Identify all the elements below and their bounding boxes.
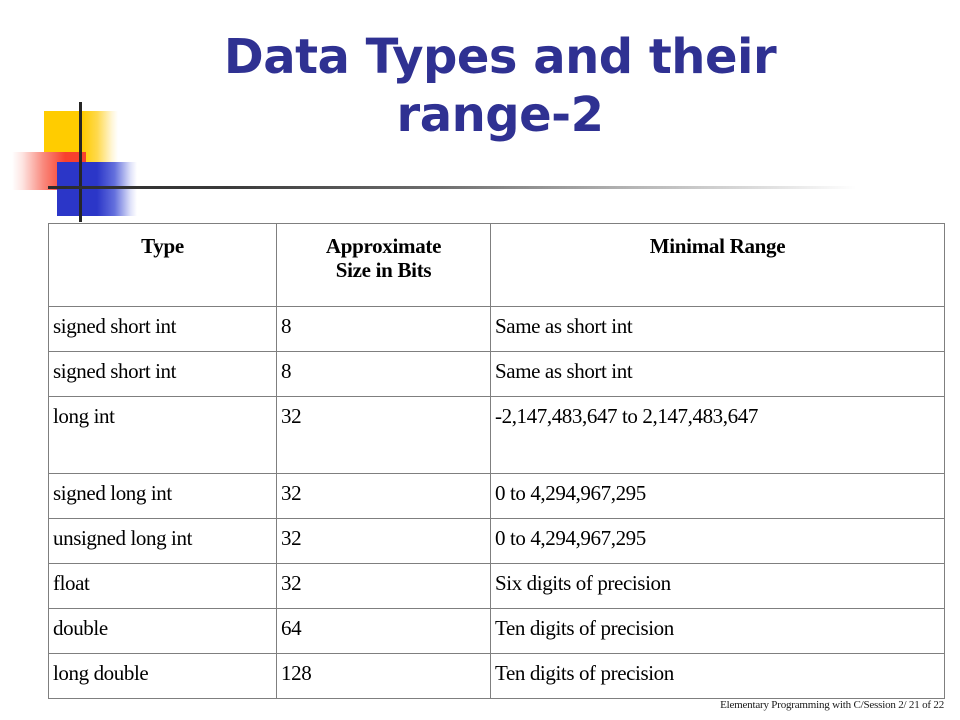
column-header-minimal-range: Minimal Range: [490, 223, 945, 307]
cell-range: Ten digits of precision: [490, 653, 945, 699]
cell-size: 8: [276, 306, 491, 352]
table-row: signed short int 8 Same as short int: [48, 351, 945, 397]
cell-range: Ten digits of precision: [490, 608, 945, 654]
cell-range: Same as short int: [490, 351, 945, 397]
column-header-size-line1: Approximate: [325, 234, 442, 258]
cell-type: long double: [48, 653, 277, 699]
cell-type: long int: [48, 396, 277, 474]
data-types-table: Type Approximate Size in Bits Minimal Ra…: [48, 223, 945, 699]
table-row: unsigned long int 32 0 to 4,294,967,295: [48, 518, 945, 564]
cell-range: 0 to 4,294,967,295: [490, 518, 945, 564]
table-row: double 64 Ten digits of precision: [48, 608, 945, 654]
vertical-rule-decoration: [79, 102, 82, 222]
cell-size: 32: [276, 563, 491, 609]
cell-type: float: [48, 563, 277, 609]
cell-range: 0 to 4,294,967,295: [490, 473, 945, 519]
table-row: float 32 Six digits of precision: [48, 563, 945, 609]
cell-type: signed short int: [48, 306, 277, 352]
table-row: signed long int 32 0 to 4,294,967,295: [48, 473, 945, 519]
column-header-type-label: Type: [141, 234, 184, 258]
cell-size: 32: [276, 518, 491, 564]
column-header-type: Type: [48, 223, 277, 307]
column-header-approximate-size: Approximate Size in Bits: [276, 223, 491, 307]
cell-size: 32: [276, 473, 491, 519]
cell-size: 32: [276, 396, 491, 474]
cell-range: Six digits of precision: [490, 563, 945, 609]
column-header-range-label: Minimal Range: [649, 234, 786, 258]
cell-size: 128: [276, 653, 491, 699]
blue-square-notch: [57, 162, 79, 216]
cell-size: 8: [276, 351, 491, 397]
cell-range: Same as short int: [490, 306, 945, 352]
table-body: signed short int 8 Same as short int sig…: [48, 306, 945, 699]
cell-size: 64: [276, 608, 491, 654]
table-header-row: Type Approximate Size in Bits Minimal Ra…: [48, 223, 945, 307]
cell-type: signed short int: [48, 351, 277, 397]
slide-footer: Elementary Programming with C/Session 2/…: [720, 699, 944, 711]
data-types-table-container: Type Approximate Size in Bits Minimal Ra…: [48, 223, 945, 699]
table-row: signed short int 8 Same as short int: [48, 306, 945, 352]
slide-title: Data Types and their range-2: [223, 29, 777, 143]
table-row: long int 32 -2,147,483,647 to 2,147,483,…: [48, 396, 945, 474]
cell-type: signed long int: [48, 473, 277, 519]
cell-type: double: [48, 608, 277, 654]
powerpoint-accent-graphic: [0, 92, 856, 224]
cell-type: unsigned long int: [48, 518, 277, 564]
column-header-size-line2: Size in Bits: [335, 258, 432, 282]
horizontal-rule-decoration: [48, 186, 856, 189]
table-row: long double 128 Ten digits of precision: [48, 653, 945, 699]
cell-range: -2,147,483,647 to 2,147,483,647: [490, 396, 945, 474]
